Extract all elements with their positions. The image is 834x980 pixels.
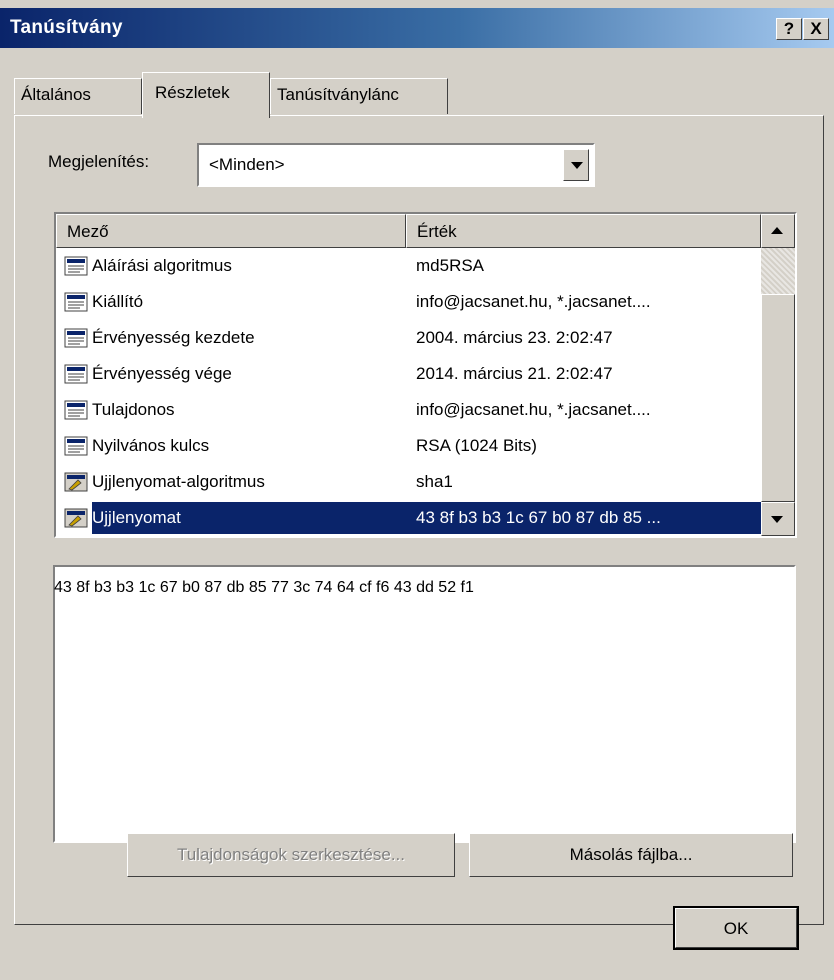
help-button[interactable]: ? bbox=[776, 18, 802, 40]
arrow-down-icon bbox=[771, 516, 783, 523]
certificate-field-icon bbox=[64, 290, 88, 312]
field-value: info@jacsanet.hu, *.jacsanet.... bbox=[416, 400, 651, 419]
property-field-icon bbox=[64, 470, 88, 492]
edit-properties-button[interactable]: Tulajdonságok szerkesztése... bbox=[127, 833, 455, 877]
list-item[interactable]: Aláírási algoritmus md5RSA bbox=[56, 248, 761, 284]
tab-details[interactable]: Részletek bbox=[142, 72, 270, 118]
field-name: Érvényesség vége bbox=[92, 364, 232, 383]
field-value: 43 8f b3 b3 1c 67 b0 87 db 85 ... bbox=[416, 508, 661, 527]
list-scrollbar[interactable] bbox=[761, 214, 795, 536]
list-item[interactable]: Kiállító info@jacsanet.hu, *.jacsanet.... bbox=[56, 284, 761, 320]
certificate-field-icon bbox=[64, 362, 88, 384]
list-item[interactable]: Érvényesség kezdete 2004. március 23. 2:0… bbox=[56, 320, 761, 356]
list-item[interactable]: Ujjlenyomat 43 8f b3 b3 1c 67 b0 87 db 85… bbox=[56, 500, 761, 536]
tab-general[interactable]: Általános bbox=[14, 78, 142, 114]
column-header-value[interactable]: Érték bbox=[406, 214, 761, 248]
field-detail-textbox[interactable]: 43 8f b3 b3 1c 67 b0 87 db 85 77 3c 74 6… bbox=[53, 565, 796, 843]
field-value: md5RSA bbox=[416, 256, 485, 275]
chevron-down-icon bbox=[571, 162, 583, 169]
list-item[interactable]: Nyilvános kulcs RSA (1024 Bits) bbox=[56, 428, 761, 464]
certificate-field-icon bbox=[64, 434, 88, 456]
field-value: 2014. március 21. 2:02:47 bbox=[416, 364, 613, 383]
field-detail-text: 43 8f b3 b3 1c 67 b0 87 db 85 77 3c 74 6… bbox=[54, 579, 474, 596]
certificate-field-icon bbox=[64, 398, 88, 420]
list-rows: Aláírási algoritmus md5RSA Kiállító info@ja… bbox=[56, 248, 761, 536]
list-item[interactable]: Érvényesség vége 2014. március 21. 2:02:4… bbox=[56, 356, 761, 392]
field-value: info@jacsanet.hu, *.jacsanet.... bbox=[416, 292, 651, 311]
certificate-field-icon bbox=[64, 326, 88, 348]
display-select[interactable]: <Minden> bbox=[197, 143, 595, 187]
display-select-value: <Minden> bbox=[209, 155, 285, 174]
field-name: Ujjlenyomat bbox=[92, 508, 181, 527]
window-title: Tanúsítvány bbox=[10, 17, 123, 38]
tab-cert-chain[interactable]: Tanúsítványlánc bbox=[270, 78, 448, 114]
close-button[interactable]: X bbox=[803, 18, 829, 40]
field-name: Érvényesség kezdete bbox=[92, 328, 255, 347]
field-value: 2004. március 23. 2:02:47 bbox=[416, 328, 613, 347]
ok-button[interactable]: OK bbox=[673, 906, 799, 950]
certificate-field-icon bbox=[64, 254, 88, 276]
column-header-field[interactable]: Mező bbox=[56, 214, 406, 248]
ok-button-label: OK bbox=[675, 908, 797, 948]
field-name: Kiállító bbox=[92, 292, 144, 311]
field-name: Ujjlenyomat-algoritmus bbox=[92, 472, 265, 491]
scroll-track[interactable] bbox=[761, 248, 795, 294]
title-bar: Tanúsítvány ? X bbox=[0, 8, 834, 48]
fields-list[interactable]: Mező Érték Aláírási algoritmus md5RSA Kiál… bbox=[54, 212, 797, 538]
field-value: RSA (1024 Bits) bbox=[416, 436, 537, 455]
field-name: Tulajdonos bbox=[92, 400, 175, 419]
dropdown-arrow-button[interactable] bbox=[563, 149, 589, 181]
list-header: Mező Érték bbox=[56, 214, 761, 248]
field-name: Aláírási algoritmus bbox=[92, 256, 232, 275]
scroll-thumb[interactable] bbox=[761, 294, 795, 502]
field-value: sha1 bbox=[416, 472, 453, 491]
scroll-down-button[interactable] bbox=[761, 502, 795, 536]
field-name: Nyilvános kulcs bbox=[92, 436, 210, 455]
property-field-icon bbox=[64, 506, 88, 528]
certificate-dialog: Tanúsítvány ? X Általános Részletek Tanú… bbox=[0, 0, 834, 980]
list-item[interactable]: Ujjlenyomat-algoritmus sha1 bbox=[56, 464, 761, 500]
scroll-up-button[interactable] bbox=[761, 214, 795, 248]
list-item[interactable]: Tulajdonos info@jacsanet.hu, *.jacsanet..… bbox=[56, 392, 761, 428]
display-label: Megjelenítés: bbox=[48, 152, 150, 171]
copy-to-file-button[interactable]: Másolás fájlba... bbox=[469, 833, 793, 877]
arrow-up-icon bbox=[771, 227, 783, 234]
